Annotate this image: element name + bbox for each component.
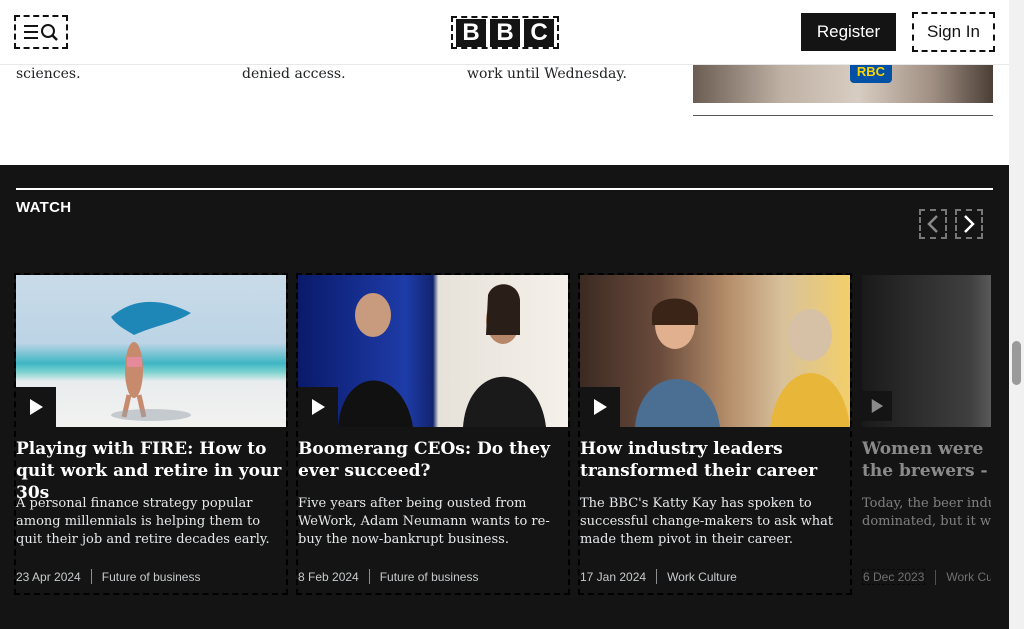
meta-separator bbox=[935, 569, 937, 585]
chevron-right-icon bbox=[964, 215, 975, 233]
scrollbar-thumb[interactable] bbox=[1012, 341, 1021, 385]
advertisement-image[interactable]: RBC bbox=[693, 65, 993, 103]
logo-letter-b2: B bbox=[490, 18, 520, 47]
video-card[interactable]: Boomerang CEOs: Do they ever succeed? Fi… bbox=[296, 273, 570, 595]
interview-photo-illustration bbox=[635, 298, 850, 427]
card-description: Five years after being ousted from WeWor… bbox=[298, 496, 550, 547]
play-button[interactable] bbox=[580, 387, 620, 427]
menu-search-icon bbox=[24, 24, 58, 41]
card-date: 6 Dec 2023 bbox=[862, 569, 926, 585]
meta-separator bbox=[368, 569, 370, 584]
story-tail-1[interactable]: sciences. bbox=[16, 66, 81, 82]
meta-separator bbox=[90, 569, 92, 584]
play-icon bbox=[312, 399, 325, 415]
card-meta: 17 Jan 2024 Work Culture bbox=[580, 569, 737, 584]
site-header: B B C Register Sign In bbox=[0, 0, 1009, 65]
meta-separator bbox=[656, 569, 658, 584]
play-icon bbox=[30, 399, 43, 415]
carousel-prev-button[interactable] bbox=[919, 209, 947, 239]
video-thumbnail[interactable] bbox=[16, 275, 286, 427]
play-icon bbox=[871, 399, 884, 413]
watch-divider bbox=[16, 188, 993, 190]
menu-search-button[interactable] bbox=[14, 15, 68, 49]
video-card[interactable]: Playing with FIRE: How to quit work and … bbox=[14, 273, 288, 595]
card-date: 17 Jan 2024 bbox=[580, 569, 647, 584]
bbc-logo[interactable]: B B C bbox=[451, 16, 559, 49]
ad-divider bbox=[693, 115, 993, 116]
beach-illustration bbox=[111, 301, 191, 421]
card-description: Today, the beer indu dominated, but it w bbox=[862, 496, 993, 529]
card-category: Future of business bbox=[379, 569, 479, 584]
play-button[interactable] bbox=[862, 391, 892, 421]
ceo-photo-illustration bbox=[338, 284, 546, 427]
card-category: Work Culture bbox=[667, 569, 737, 584]
card-date: 23 Apr 2024 bbox=[16, 569, 81, 584]
page-scrollbar[interactable] bbox=[1009, 0, 1024, 629]
sign-in-button[interactable]: Sign In bbox=[912, 12, 995, 52]
card-meta: 8 Feb 2024 Future of business bbox=[298, 569, 478, 584]
card-headline[interactable]: How industry leaders transformed their c… bbox=[580, 438, 850, 482]
card-description: The BBC's Katty Kay has spoken to succes… bbox=[580, 496, 834, 547]
register-button[interactable]: Register bbox=[801, 13, 896, 51]
logo-letter-b1: B bbox=[456, 18, 486, 47]
play-icon bbox=[594, 399, 607, 415]
story-tail-2[interactable]: denied access. bbox=[242, 66, 346, 82]
card-category: Work Cultu bbox=[946, 570, 993, 584]
watch-section: WATCH Playing with FIRE: How to quit wor… bbox=[0, 165, 1009, 629]
watch-title: WATCH bbox=[16, 199, 72, 216]
chevron-left-icon bbox=[927, 215, 938, 233]
card-category: Future of business bbox=[101, 569, 201, 584]
card-date: 8 Feb 2024 bbox=[298, 569, 359, 584]
card-headline[interactable]: Boomerang CEOs: Do they ever succeed? bbox=[298, 438, 568, 482]
play-button[interactable] bbox=[16, 387, 56, 427]
logo-letter-c: C bbox=[524, 18, 554, 47]
card-headline[interactable]: Women were the brewers - what bbox=[862, 438, 991, 482]
card-meta: 23 Apr 2024 Future of business bbox=[16, 569, 200, 584]
video-thumbnail[interactable] bbox=[862, 275, 991, 427]
video-card[interactable]: Women were the brewers - what Today, the… bbox=[860, 273, 993, 595]
card-meta: 6 Dec 2023 Work Cultu bbox=[862, 569, 993, 585]
video-thumbnail[interactable] bbox=[580, 275, 850, 427]
rbc-logo: RBC bbox=[850, 65, 892, 83]
video-thumbnail[interactable] bbox=[298, 275, 568, 427]
carousel-next-button[interactable] bbox=[955, 209, 983, 239]
card-description: A personal finance strategy popular amon… bbox=[16, 496, 270, 547]
play-button[interactable] bbox=[298, 387, 338, 427]
story-tail-3[interactable]: work until Wednesday. bbox=[467, 66, 627, 82]
video-card[interactable]: How industry leaders transformed their c… bbox=[578, 273, 852, 595]
